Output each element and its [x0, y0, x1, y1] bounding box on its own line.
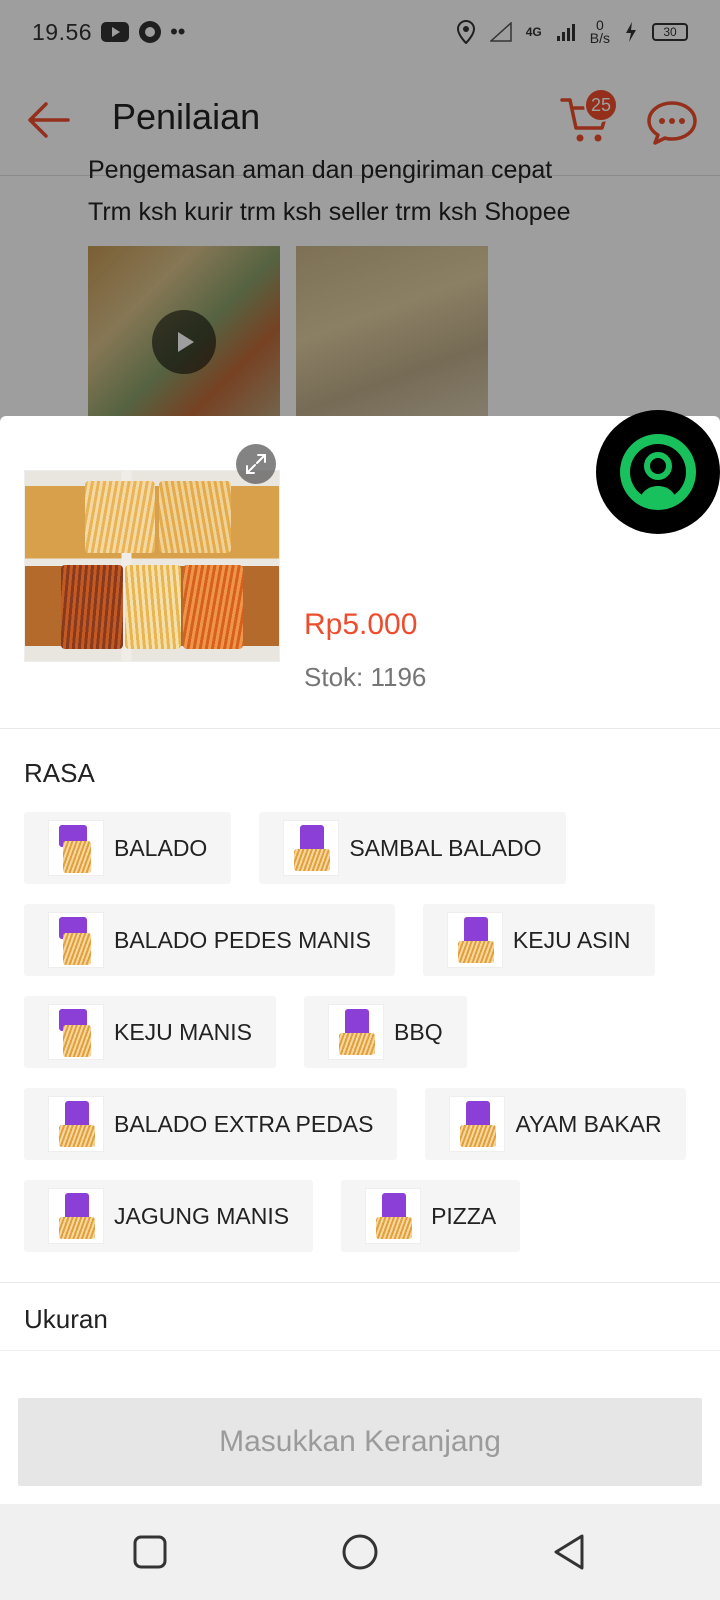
divider: [0, 1282, 720, 1283]
variant-option-keju-asin[interactable]: KEJU ASIN: [422, 904, 655, 976]
variant-label: AYAM BAKAR: [515, 1110, 662, 1137]
variant-option-balado-pedes-manis[interactable]: BALADO PEDES MANIS: [24, 904, 395, 976]
divider: [0, 728, 720, 729]
add-to-cart-button[interactable]: Masukkan Keranjang: [18, 1398, 702, 1486]
variant-thumbnail: [48, 820, 104, 876]
variant-thumbnail: [365, 1188, 422, 1244]
variant-option-keju-manis[interactable]: KEJU MANIS: [24, 996, 277, 1068]
home-icon[interactable]: [340, 1532, 380, 1572]
variant-option-balado-extra-pedas[interactable]: BALADO EXTRA PEDAS: [24, 1088, 398, 1160]
variant-thumbnail: [48, 1096, 104, 1152]
variant-label: BALADO PEDES MANIS: [114, 926, 371, 953]
variant-label: KEJU ASIN: [512, 926, 631, 953]
recent-apps-icon[interactable]: [130, 1532, 170, 1572]
variant-thumbnail: [48, 1004, 104, 1060]
variant-option-bbq[interactable]: BBQ: [304, 996, 467, 1068]
assistant-icon: [620, 434, 696, 510]
variant-label: PIZZA: [431, 1202, 497, 1229]
floating-assistant-button[interactable]: [596, 410, 720, 534]
variant-option-balado[interactable]: BALADO: [24, 812, 232, 884]
variant-thumbnail: [446, 912, 503, 968]
size-title: Ukuran: [24, 1304, 108, 1334]
variant-thumbnail: [48, 912, 104, 968]
variant-label: KEJU MANIS: [114, 1018, 253, 1045]
variation-options: BALADO SAMBAL BALADO BALADO PEDES MANIS …: [24, 812, 704, 1272]
variant-thumbnail: [328, 1004, 385, 1060]
system-navigation-bar: [0, 1504, 720, 1600]
expand-icon[interactable]: [236, 444, 276, 484]
variant-option-jagung-manis[interactable]: JAGUNG MANIS: [24, 1180, 314, 1252]
variant-thumbnail: [48, 1188, 104, 1244]
variant-option-ayam-bakar[interactable]: AYAM BAKAR: [425, 1088, 686, 1160]
variant-selection-sheet: Rp5.000 Stok: 1196 RASA BALADO SAMBAL BA…: [0, 416, 720, 1504]
variation-title: RASA: [24, 758, 95, 788]
variant-option-sambal-balado[interactable]: SAMBAL BALADO: [259, 812, 566, 884]
variant-thumbnail: [449, 1096, 506, 1152]
variant-label: JAGUNG MANIS: [114, 1202, 290, 1229]
variant-option-pizza[interactable]: PIZZA: [341, 1180, 521, 1252]
variant-thumbnail: [283, 820, 340, 876]
product-price: Rp5.000: [304, 608, 418, 641]
product-image[interactable]: [24, 470, 280, 662]
variant-label: BALADO: [114, 834, 208, 861]
back-nav-icon[interactable]: [550, 1532, 590, 1572]
variant-label: SAMBAL BALADO: [349, 834, 542, 861]
product-stock: Stok: 1196: [304, 662, 427, 692]
variant-label: BBQ: [394, 1018, 443, 1045]
variant-label: BALADO EXTRA PEDAS: [114, 1110, 374, 1137]
